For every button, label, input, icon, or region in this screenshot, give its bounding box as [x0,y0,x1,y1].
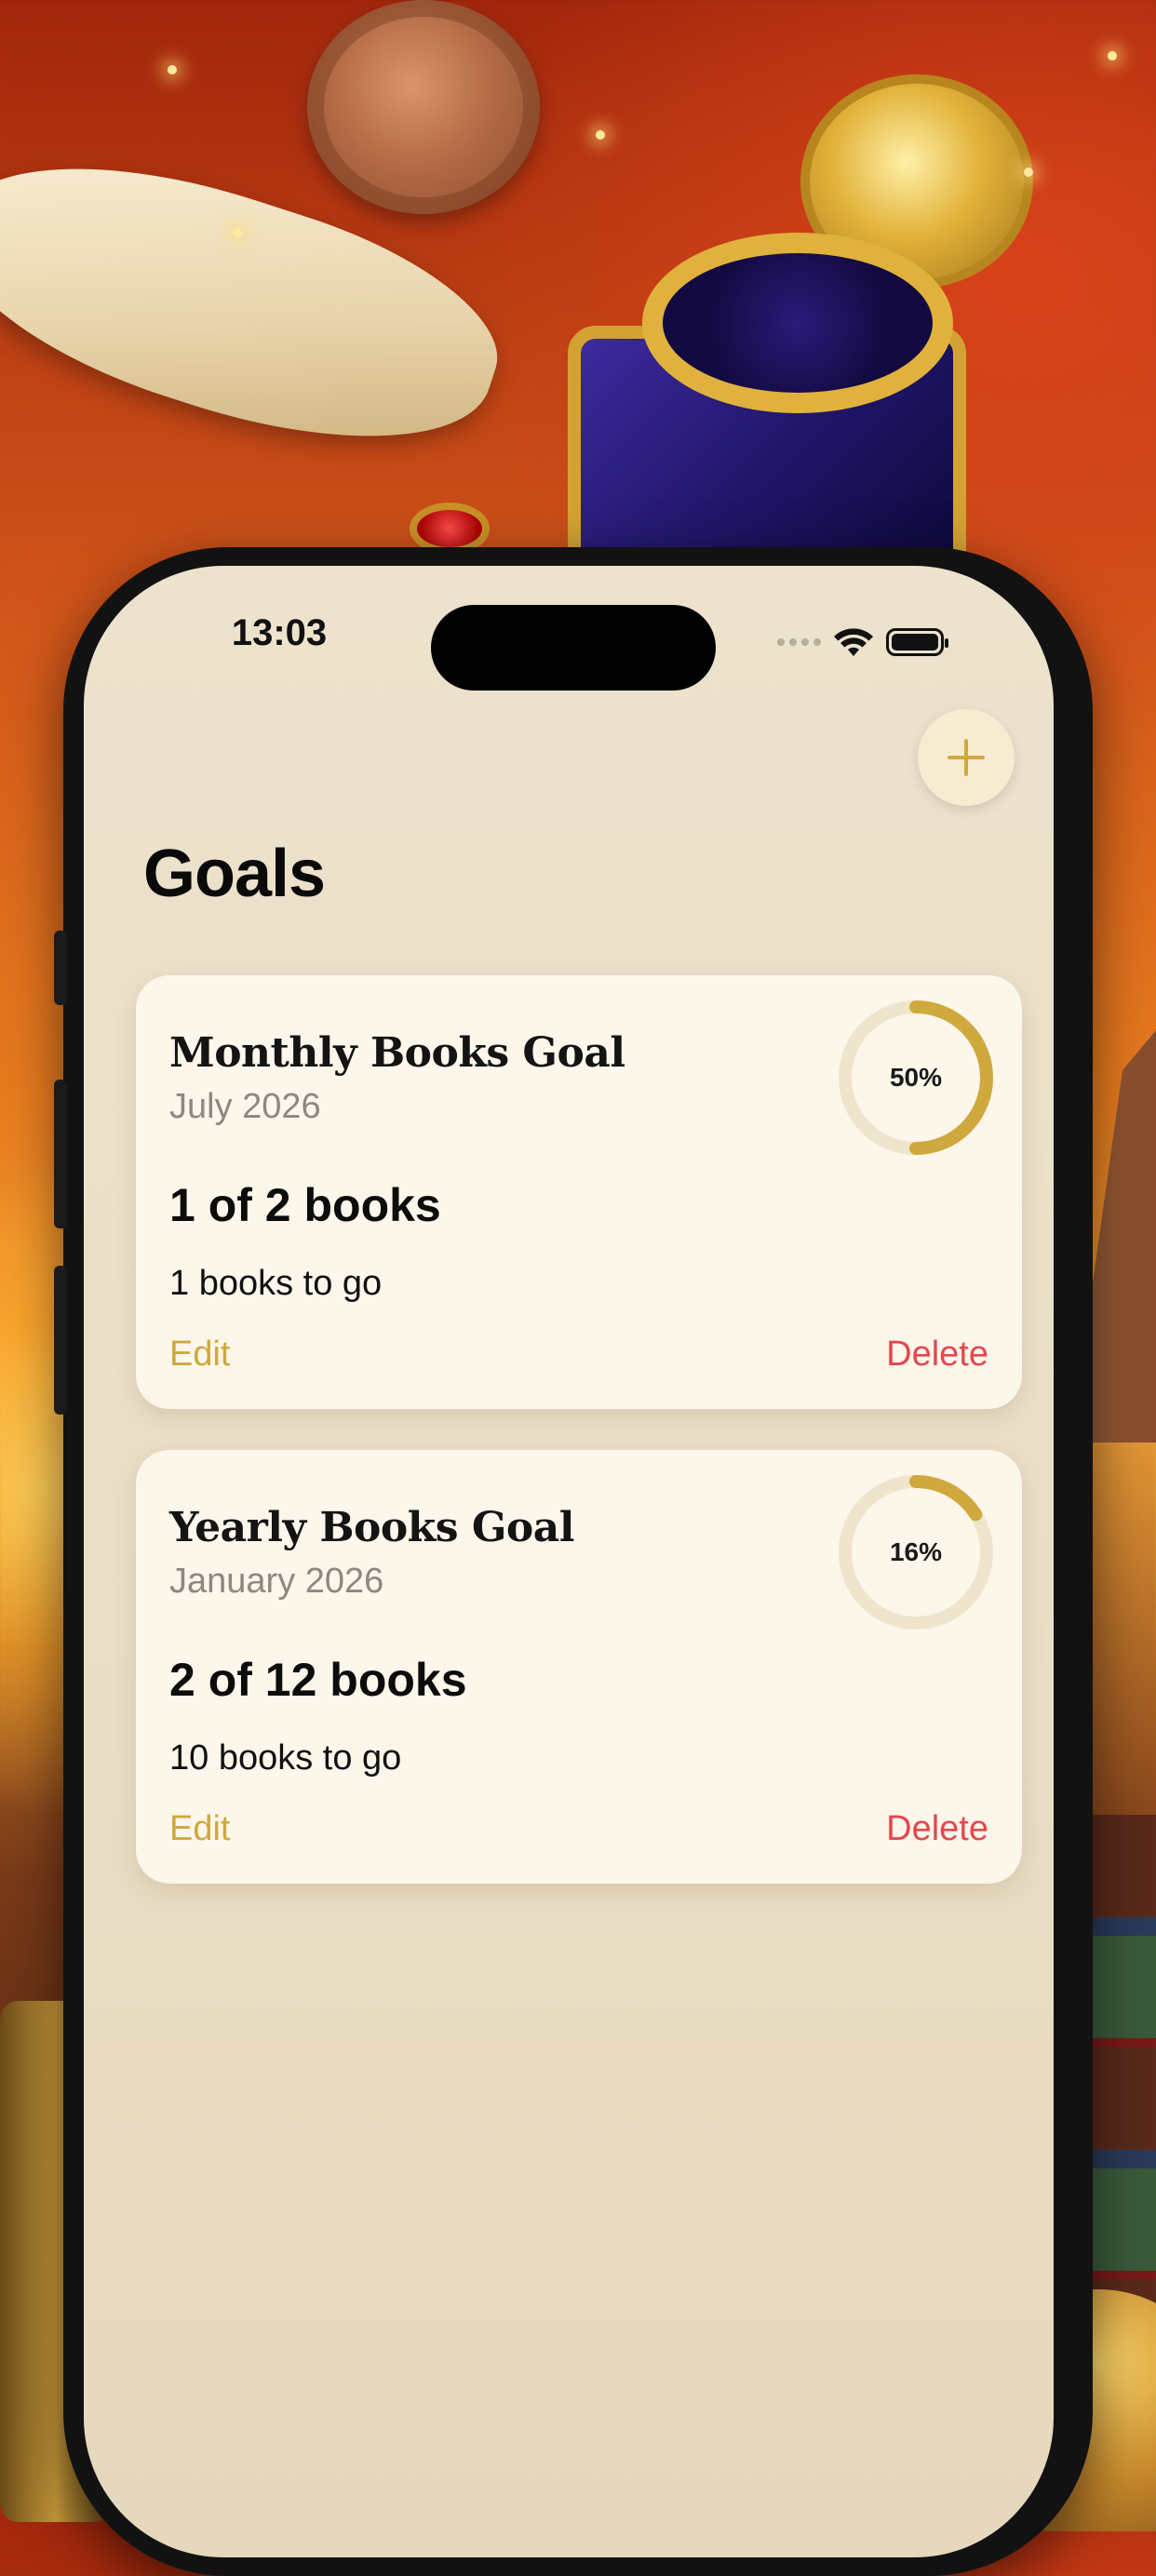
app-screen: 13:03 Goals Monthly Books Goal July 2026… [84,566,1054,2557]
delete-button[interactable]: Delete [886,1335,988,1375]
progress-ring: 16% [836,1472,996,1632]
sparkle-decoration [233,228,242,237]
goal-card: Monthly Books Goal July 2026 50% 1 of 2 … [136,975,1022,1409]
edit-button[interactable]: Edit [169,1335,230,1375]
goal-card: Yearly Books Goal January 2026 16% 2 of … [136,1450,1022,1884]
sparkle-decoration [168,65,177,74]
phone-side-button [54,1080,67,1228]
goal-title: Monthly Books Goal [169,1029,625,1077]
phone-side-button [54,1266,67,1415]
status-icons [777,624,948,661]
goal-title: Yearly Books Goal [169,1504,574,1551]
goal-progress-text: 2 of 12 books [169,1654,467,1706]
goal-progress-text: 1 of 2 books [169,1179,441,1231]
goal-remaining-text: 10 books to go [169,1738,402,1778]
bronze-coin-decoration [307,0,540,214]
sparkle-decoration [596,130,605,140]
progress-percent: 16% [889,1537,943,1566]
dynamic-island [431,605,716,691]
goal-period: January 2026 [169,1562,384,1601]
wifi-icon [834,628,873,656]
phone-side-button [54,931,67,1005]
status-time: 13:03 [231,612,328,653]
delete-button[interactable]: Delete [886,1809,988,1849]
sparkle-decoration [1108,51,1117,60]
goal-remaining-text: 1 books to go [169,1264,383,1303]
goal-period: July 2026 [169,1087,321,1126]
sparkle-decoration [1024,168,1033,177]
progress-ring: 50% [836,998,996,1158]
tab-bar-edge [223,2539,1054,2557]
add-goal-button[interactable] [918,709,1015,806]
cellular-signal-icon [777,638,821,646]
edit-button[interactable]: Edit [169,1809,230,1849]
inkwell-rim-decoration [642,233,953,413]
plus-icon [948,739,985,776]
page-title: Goals [143,837,326,911]
battery-icon [886,628,948,656]
progress-percent: 50% [889,1063,943,1092]
